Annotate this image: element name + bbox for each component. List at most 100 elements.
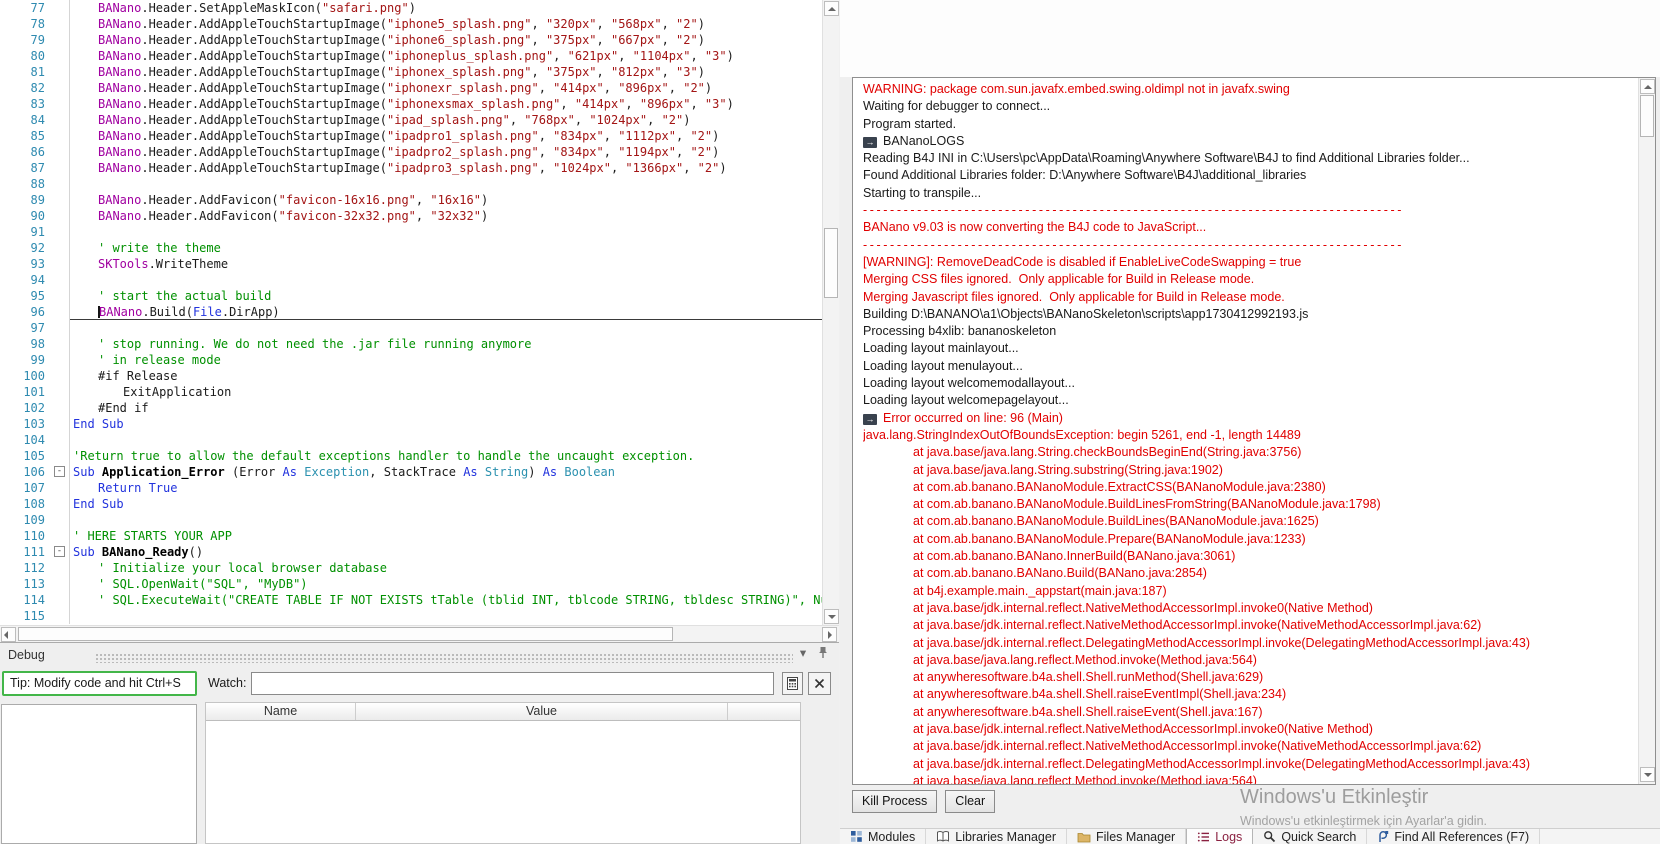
code-line[interactable]: 95 ' start the actual build	[0, 288, 822, 304]
log-text: Building D:\BANANO\a1\Objects\BANanoSkel…	[863, 306, 1309, 321]
code-line[interactable]: 108 End Sub	[0, 496, 822, 512]
code-line[interactable]: 88	[0, 176, 822, 192]
code-line[interactable]: 77 BANano.Header.SetAppleMaskIcon("safari…	[0, 0, 822, 16]
code-text: BANano.Header.AddAppleTouchStartupImage(…	[98, 145, 720, 159]
logs-scroll-thumb[interactable]	[1640, 95, 1654, 137]
code-line[interactable]: 109	[0, 512, 822, 528]
kill-process-button[interactable]: Kill Process	[852, 790, 938, 813]
code-line[interactable]: 105 'Return true to allow the default exc…	[0, 448, 822, 464]
tab-files-manager[interactable]: Files Manager	[1067, 829, 1187, 844]
code-line[interactable]: 115	[0, 608, 822, 624]
clear-logs-button[interactable]: Clear	[945, 790, 996, 813]
code-line[interactable]: 91	[0, 224, 822, 240]
log-line: [WARNING]: RemoveDeadCode is disabled if…	[863, 254, 1634, 271]
code-line[interactable]: 107 Return True	[0, 480, 822, 496]
code-line[interactable]: 94	[0, 272, 822, 288]
scroll-up-icon[interactable]	[1640, 79, 1655, 94]
code-line[interactable]: 85 BANano.Header.AddAppleTouchStartupImag…	[0, 128, 822, 144]
tab-modules[interactable]: Modules	[840, 829, 927, 844]
code-line[interactable]: 103 End Sub	[0, 416, 822, 432]
log-line: at java.base/java.lang.String.substring(…	[863, 462, 1634, 479]
code-line[interactable]: 112 ' Initialize your local browser datab…	[0, 560, 822, 576]
code-line[interactable]: 106- Sub Application_Error (Error As Exce…	[0, 464, 822, 480]
line-number: 109	[23, 513, 45, 527]
line-number: 82	[30, 81, 45, 95]
code-line[interactable]: 87 BANano.Header.AddAppleTouchStartupImag…	[0, 160, 822, 176]
fold-gutter	[52, 128, 70, 144]
code-line[interactable]: 97	[0, 320, 822, 336]
code-line[interactable]: 82 BANano.Header.AddAppleTouchStartupImag…	[0, 80, 822, 96]
fold-gutter	[52, 160, 70, 176]
scroll-down-icon[interactable]	[1640, 767, 1655, 782]
code-line[interactable]: 100 #if Release	[0, 368, 822, 384]
code-line[interactable]: 86 BANano.Header.AddAppleTouchStartupImag…	[0, 144, 822, 160]
calculator-icon[interactable]	[782, 672, 803, 695]
tab-libraries-manager[interactable]: Libraries Manager	[926, 829, 1067, 844]
log-text: Loading layout welcomemodallayout...	[863, 376, 1075, 391]
pin-icon[interactable]	[815, 646, 831, 662]
tab-logs[interactable]: Logs	[1186, 829, 1254, 844]
chevron-down-icon[interactable]: ▾	[795, 646, 811, 662]
code-line[interactable]: 79 BANano.Header.AddAppleTouchStartupImag…	[0, 32, 822, 48]
code-line[interactable]: 92 ' write the theme	[0, 240, 822, 256]
code-line[interactable]: 104	[0, 432, 822, 448]
log-output-box[interactable]: WARNING: package com.sun.javafx.embed.sw…	[852, 77, 1656, 785]
editor-horizontal-scrollbar[interactable]	[0, 625, 839, 642]
vertical-scroll-thumb[interactable]	[824, 228, 838, 298]
code-line[interactable]: 93 SKTools.WriteTheme	[0, 256, 822, 272]
code-line[interactable]: 84 BANano.Header.AddAppleTouchStartupImag…	[0, 112, 822, 128]
bottom-tabbar: Modules Libraries Manager Files Manager Log…	[840, 828, 1660, 844]
code-line[interactable]: 90 BANano.Header.AddFavicon("favicon-32x3…	[0, 208, 822, 224]
scroll-right-icon[interactable]	[822, 627, 837, 642]
logs-icon	[1197, 831, 1210, 843]
collapse-icon[interactable]: -	[54, 466, 65, 477]
code-line[interactable]: 83 BANano.Header.AddAppleTouchStartupImag…	[0, 96, 822, 112]
watch-input[interactable]	[251, 672, 774, 695]
code-text: #End if	[98, 401, 149, 415]
fold-gutter	[52, 416, 70, 432]
fold-gutter	[52, 272, 70, 288]
code-line[interactable]: 102 #End if	[0, 400, 822, 416]
logs-pane-top-area	[840, 0, 1660, 77]
debug-variables-list[interactable]	[1, 704, 197, 844]
line-number: 108	[23, 497, 45, 511]
code-text: End Sub	[73, 417, 124, 431]
code-line[interactable]: 98 ' stop running. We do not need the .ja…	[0, 336, 822, 352]
clear-watch-icon[interactable]	[808, 672, 831, 695]
code-line[interactable]: 78 BANano.Header.AddAppleTouchStartupImag…	[0, 16, 822, 32]
log-line: Waiting for debugger to connect...	[863, 98, 1634, 115]
tab-label: Quick Search	[1281, 829, 1357, 844]
code-line[interactable]: 99 ' in release mode	[0, 352, 822, 368]
scroll-down-icon[interactable]	[824, 609, 839, 624]
tab-quick-search[interactable]: Quick Search	[1253, 829, 1368, 844]
scroll-up-icon[interactable]	[824, 1, 839, 16]
horizontal-scroll-thumb[interactable]	[18, 627, 673, 641]
code-line[interactable]: 80 BANano.Header.AddAppleTouchStartupImag…	[0, 48, 822, 64]
log-text: at java.base/java.lang.reflect.Method.in…	[913, 652, 1257, 667]
watch-table-header: Name Value	[206, 703, 800, 721]
collapse-icon[interactable]: -	[54, 546, 65, 557]
log-text: Loading layout mainlayout...	[863, 341, 1019, 356]
code-lines[interactable]: 77 BANano.Header.SetAppleMaskIcon("safari…	[0, 0, 822, 625]
line-number: 100	[23, 369, 45, 383]
watch-table[interactable]: Name Value	[205, 702, 801, 844]
scroll-left-icon[interactable]	[1, 627, 16, 642]
column-header-name[interactable]: Name	[206, 703, 356, 720]
code-line[interactable]: 89 BANano.Header.AddFavicon("favicon-16x1…	[0, 192, 822, 208]
log-text: at com.ab.banano.BANanoModule.BuildLines…	[913, 514, 1319, 529]
code-text: SKTools.WriteTheme	[98, 257, 229, 271]
code-line[interactable]: 110 ' HERE STARTS YOUR APP	[0, 528, 822, 544]
code-line[interactable]: 111- Sub BANano_Ready()	[0, 544, 822, 560]
log-text: at java.base/java.lang.reflect.Method.in…	[913, 773, 1257, 784]
code-line[interactable]: 96 BANano.Build(File.DirApp)	[0, 304, 822, 320]
code-line[interactable]: 113 ' SQL.OpenWait("SQL", "MyDB")	[0, 576, 822, 592]
code-line[interactable]: 114 ' SQL.ExecuteWait("CREATE TABLE IF NO…	[0, 592, 822, 608]
logs-vertical-scrollbar[interactable]	[1638, 78, 1655, 784]
editor-vertical-scrollbar[interactable]	[822, 0, 839, 625]
code-line[interactable]: 81 BANano.Header.AddAppleTouchStartupImag…	[0, 64, 822, 80]
column-header-value[interactable]: Value	[356, 703, 728, 720]
tab-find-all-references-f7[interactable]: Find All References (F7)	[1367, 829, 1541, 844]
fold-gutter	[52, 352, 70, 368]
code-line[interactable]: 101 ExitApplication	[0, 384, 822, 400]
